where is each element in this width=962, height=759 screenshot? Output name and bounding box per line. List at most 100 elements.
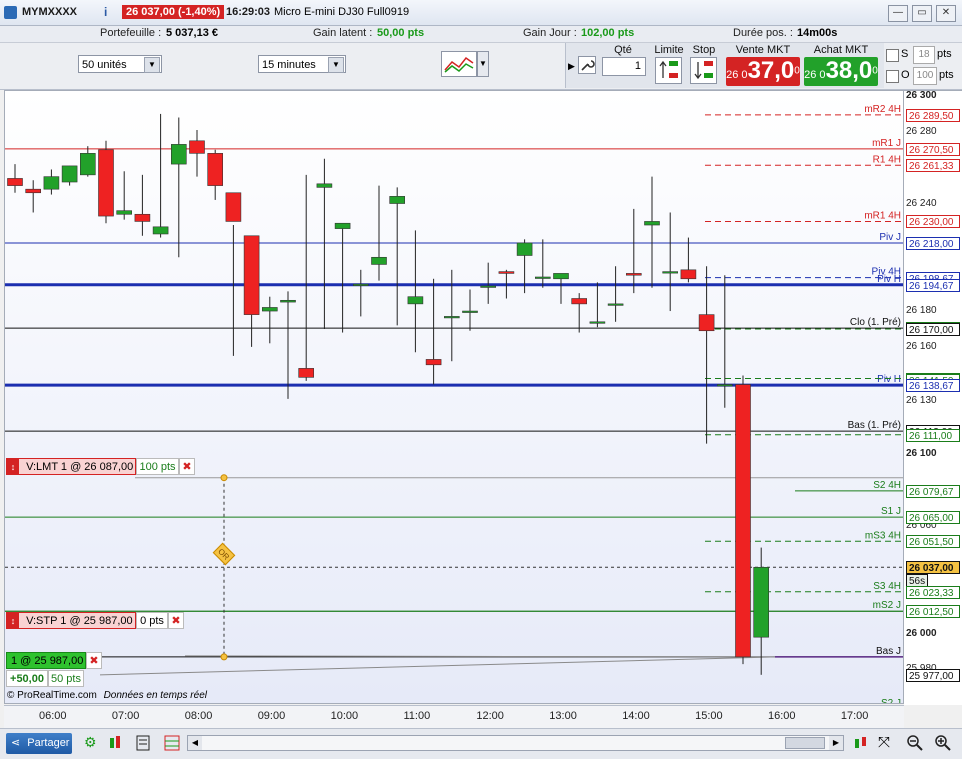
bottom-bar: ⋖ Partager ⚙ ◀ ▶ ⤧	[0, 728, 962, 759]
wrench-button[interactable]	[578, 56, 596, 74]
order-handle-icon[interactable]: ↕	[7, 613, 19, 628]
share-button[interactable]: ⋖ Partager	[6, 733, 72, 754]
title-bar: MYMXXXX i 26 037,00 (-1,40%) 16:29:03 Mi…	[0, 0, 962, 26]
limit-order-tag[interactable]: ↕ V:LMT 1 @ 26 087,00	[6, 458, 136, 475]
stop-order-button[interactable]	[690, 57, 717, 84]
restore-button[interactable]: ▭	[912, 5, 932, 22]
time-axis[interactable]: 06:00 07:00 08:00 09:00 10:00 11:00 12:00 13:00…	[4, 705, 904, 728]
stop-label: Stop	[692, 44, 716, 56]
buy-market-label: Achat MKT	[813, 44, 869, 56]
limit-order-pts: 100 pts	[136, 458, 179, 475]
price-level-label: 26 270,50	[906, 142, 960, 156]
close-position-button[interactable]: ✖	[86, 652, 102, 669]
candle-body	[352, 283, 369, 286]
time-tick: 06:00	[39, 710, 67, 722]
candle-body	[298, 368, 315, 378]
scroll-left-button[interactable]: ◀	[188, 736, 202, 750]
level-label: Bas (1. Pré)	[848, 420, 901, 431]
minimize-button[interactable]: —	[888, 5, 908, 22]
level-label: mR2 4H	[864, 104, 901, 115]
grid-icon[interactable]	[164, 735, 180, 751]
candle-body	[553, 273, 569, 280]
objective-checkbox[interactable]	[886, 70, 899, 83]
units-select[interactable]: 50 unités ▼	[78, 55, 162, 73]
info-icon[interactable]: i	[104, 5, 107, 19]
candle-style-icon[interactable]	[108, 734, 122, 752]
sell-market-button[interactable]: 26 037,00	[726, 57, 800, 86]
price-level-label: 26 261,33	[906, 159, 960, 173]
candle-body	[116, 210, 132, 215]
candle-body	[25, 188, 42, 194]
candle-body	[61, 165, 78, 183]
zoom-in-icon[interactable]	[934, 734, 952, 752]
candle-body	[698, 314, 715, 332]
chart-type-dropdown[interactable]: ▼	[477, 51, 489, 77]
list-icon[interactable]	[136, 735, 150, 751]
qty-input[interactable]: 1	[602, 57, 646, 76]
price-level-label: 26 111,00	[906, 428, 960, 442]
price-level-label: 26 051,50	[906, 535, 960, 549]
level-label: S3 4H	[873, 581, 901, 592]
limit-order-icon	[659, 60, 678, 78]
sell-price-main: 37,0	[747, 57, 795, 84]
symbol-label[interactable]: MYMXXXX	[22, 6, 77, 18]
fit-icon[interactable]: ⤧	[878, 734, 896, 752]
level-label: Piv J	[879, 232, 901, 243]
level-label: S2 J	[881, 698, 901, 703]
level-label: mS2 J	[873, 600, 901, 611]
candle-body	[316, 183, 333, 188]
indicator-icon[interactable]: ⚙	[84, 734, 100, 752]
order-handle-icon[interactable]: ↕	[7, 459, 19, 474]
price-level-label: 26 012,50	[906, 605, 960, 619]
candle-body	[716, 384, 733, 387]
objective-checkbox-label: O	[901, 69, 910, 81]
limit-order-button[interactable]	[655, 57, 682, 84]
scrollbar[interactable]: ◀ ▶	[187, 735, 844, 751]
time-tick: 07:00	[111, 710, 140, 722]
level-label: Piv H	[877, 374, 901, 385]
scroll-right-button[interactable]: ▶	[829, 736, 843, 750]
price-level-label: 25 977,00	[906, 668, 960, 682]
chart-type-button[interactable]	[441, 51, 477, 77]
price-level-label: 26 065,00	[906, 511, 960, 525]
time-tick: 16:00	[768, 710, 796, 722]
cancel-limit-order-button[interactable]: ✖	[179, 458, 195, 475]
scroll-thumb[interactable]	[785, 737, 825, 749]
period-select[interactable]: 15 minutes ▼	[258, 55, 346, 73]
buy-price-prefix: 26 0	[804, 69, 826, 81]
buy-price-sup: 0	[872, 65, 878, 77]
price-chart[interactable]: mR2 4H mR1 J R1 4H mR1 4H Piv J Piv 4H Piv H Cl…	[4, 90, 904, 704]
trading-toolbar: 50 unités ▼ 15 minutes ▼ ▼ ▶ Qté 1 Limit…	[0, 43, 962, 90]
time-tick: 14:00	[622, 710, 650, 722]
latent-gain-value: 50,00 pts	[377, 27, 425, 39]
candle-body	[7, 178, 23, 186]
buy-market-button[interactable]: 26 038,00	[804, 57, 878, 86]
price-axis[interactable]: 26 300 26 280 26 240 26 180 26 160 26 130 26 1…	[904, 90, 962, 705]
candle-body	[571, 298, 588, 305]
time-tick: 11:00	[403, 710, 431, 722]
share-icon: ⋖	[11, 737, 21, 749]
autoscale-icon[interactable]	[853, 735, 869, 751]
buy-price-main: 38,0	[825, 57, 873, 84]
stop-pts-input[interactable]: 18	[913, 46, 935, 64]
objective-pts-input[interactable]: 100	[913, 67, 937, 85]
candle-body	[98, 149, 114, 217]
panel-toggle-icon[interactable]: ▶	[568, 61, 575, 72]
level-label: Clo (1. Pré)	[850, 317, 901, 328]
portfolio-label: Portefeuille :	[100, 27, 162, 39]
price-level-label: 26 218,00	[906, 236, 960, 250]
candle-body	[644, 221, 660, 226]
cancel-stop-order-button[interactable]: ✖	[168, 612, 184, 629]
stop-checkbox[interactable]	[886, 49, 899, 62]
close-button[interactable]: ✕	[936, 5, 956, 22]
level-label: mR1 J	[872, 138, 901, 149]
position-tag[interactable]: 1 @ 25 987,00	[6, 652, 86, 669]
stop-order-tag[interactable]: ↕ V:STP 1 @ 25 987,00	[6, 612, 136, 629]
zoom-out-icon[interactable]	[906, 734, 924, 752]
limit-order-text: V:LMT 1 @ 26 087,00	[26, 461, 134, 473]
position-line	[99, 656, 776, 676]
time-tick: 15:00	[695, 710, 723, 722]
position-pts: 50 pts	[48, 670, 84, 687]
candle-body	[443, 316, 460, 319]
level-label: mR1 4H	[864, 210, 901, 221]
